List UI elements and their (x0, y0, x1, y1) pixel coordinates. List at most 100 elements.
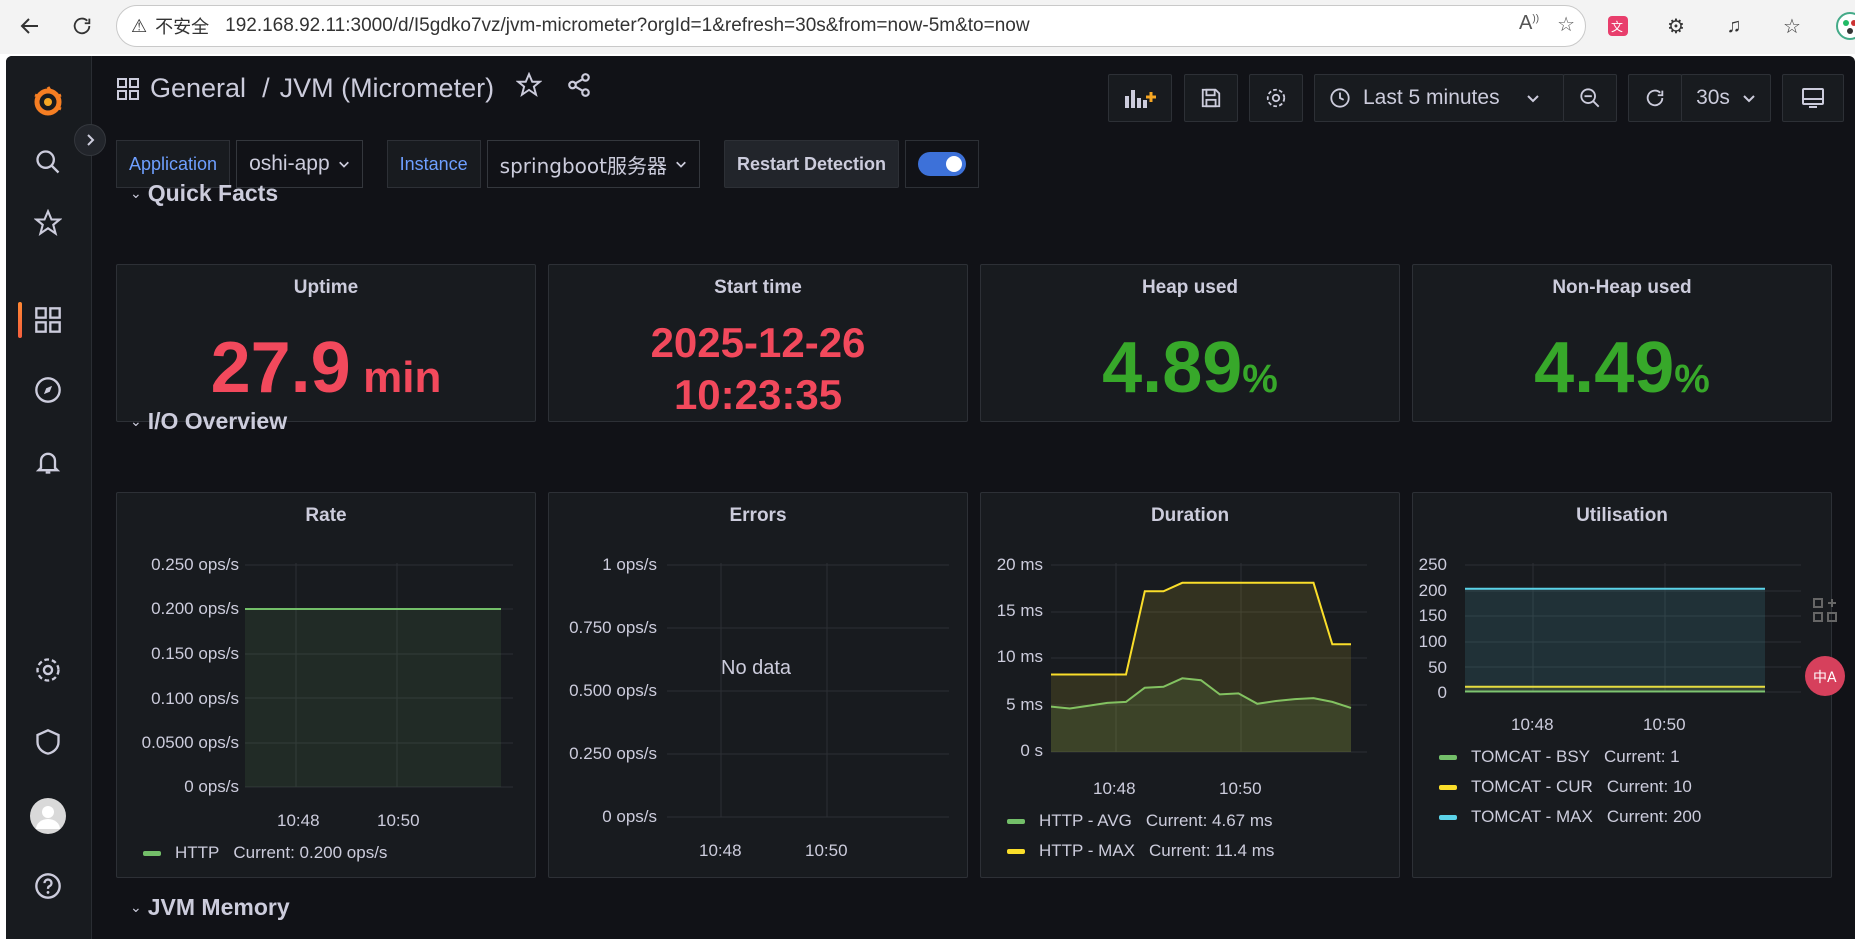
explore-icon[interactable] (30, 372, 66, 408)
toggle-switch[interactable] (918, 152, 966, 176)
server-admin-icon[interactable] (30, 724, 66, 760)
y-tick: 20 ms (996, 555, 1043, 574)
profile-avatar[interactable] (30, 798, 66, 834)
y-tick: 0.250 ops/s (569, 744, 657, 763)
grafana-logo[interactable] (30, 84, 66, 120)
legend-item[interactable]: HTTP - MAX Current: 11.4 ms (1007, 841, 1274, 861)
rate-panel[interactable]: Rate 0.250 ops/s 0.200 ops/s 0.150 ops/s… (116, 492, 536, 878)
chevron-down-icon (1743, 95, 1755, 103)
row-quick-facts[interactable]: ⌄ Quick Facts (130, 180, 278, 207)
panel-title: Uptime (293, 277, 359, 298)
y-tick: 0.100 ops/s (151, 689, 239, 708)
legend-item[interactable]: HTTP - AVG Current: 4.67 ms (1007, 811, 1273, 831)
start-time-panel[interactable]: Start time 2025-12-26 10:23:35 (548, 264, 968, 422)
url-text[interactable]: 192.168.92.11:3000/d/I5gdko7vz/jvm-micro… (225, 15, 1029, 37)
y-tick: 200 (1418, 581, 1447, 600)
expand-menu-button[interactable] (74, 124, 106, 156)
heap-unit: % (1242, 357, 1278, 401)
instance-value: springboot服务器 (499, 153, 667, 178)
back-icon[interactable] (12, 8, 48, 44)
tv-mode-button[interactable] (1782, 74, 1844, 122)
chevron-down-icon: ⌄ (130, 413, 142, 429)
read-aloud-icon[interactable]: A)) (1519, 12, 1539, 37)
y-tick: 100 (1418, 632, 1447, 651)
extensions-icon[interactable]: ⚙ (1658, 8, 1694, 44)
utilisation-panel[interactable]: Utilisation 250 200 150 100 50 0 10:48 1… (1412, 492, 1832, 878)
utilisation-plot (1465, 563, 1801, 693)
chevron-down-icon (1526, 95, 1539, 103)
reload-icon[interactable] (64, 8, 100, 44)
legend-item[interactable]: TOMCAT - CUR Current: 10 (1439, 777, 1692, 797)
alerting-icon[interactable] (30, 444, 66, 480)
dashboard-settings-button[interactable] (1249, 74, 1303, 122)
time-range-picker[interactable]: Last 5 minutes (1314, 74, 1564, 122)
refresh-icon (1646, 89, 1664, 107)
y-tick: 0.250 ops/s (151, 555, 239, 574)
y-tick: 15 ms (996, 601, 1043, 620)
dashboard-grid-icon (117, 77, 139, 100)
add-panel-button[interactable] (1108, 74, 1172, 122)
legend-swatch (1439, 814, 1457, 820)
starred-icon[interactable] (30, 205, 66, 241)
translate-icon[interactable]: 文 (1600, 8, 1636, 44)
legend-name: HTTP - AVG (1039, 811, 1132, 830)
row-io-overview[interactable]: ⌄ I/O Overview (130, 408, 287, 435)
panel-title: Heap used (1141, 277, 1239, 298)
refresh-interval-picker[interactable]: 30s (1681, 74, 1771, 122)
uptime-unit: min (363, 353, 442, 402)
restart-detection-toggle[interactable] (905, 140, 979, 188)
non-heap-used-panel[interactable]: Non-Heap used 4.49% (1412, 264, 1832, 422)
x-tick: 10:48 (1511, 715, 1554, 734)
grafana-app: General / JVM (Micrometer) Last 5 minute… (6, 56, 1855, 939)
legend-current: Current: 200 (1606, 807, 1702, 826)
row-title-label: I/O Overview (147, 408, 288, 434)
add-panel-icon (1125, 90, 1156, 108)
qr-code-icon[interactable] (1805, 590, 1845, 630)
panel-title: Duration (1150, 505, 1230, 526)
legend-name: HTTP - MAX (1039, 841, 1136, 860)
side-menu (6, 56, 92, 939)
errors-plot (667, 563, 949, 818)
restart-detection-label: Restart Detection (723, 140, 899, 188)
legend-current: Current: 1 (1604, 747, 1680, 766)
media-icon[interactable]: ♫ (1716, 8, 1752, 44)
folder-link[interactable]: General (150, 73, 246, 104)
y-tick: 0 ops/s (602, 807, 657, 826)
save-dashboard-button[interactable] (1184, 74, 1238, 122)
dashboard-title[interactable]: JVM (Micrometer) (280, 73, 495, 104)
breadcrumb-separator: / (262, 73, 270, 103)
favorite-star-icon[interactable] (515, 71, 543, 105)
rate-plot (245, 563, 513, 788)
help-icon[interactable] (30, 868, 66, 904)
non-heap-used-value: 4.49% (1413, 327, 1831, 409)
y-tick: 150 (1418, 606, 1447, 625)
dashboards-icon[interactable] (30, 302, 66, 338)
x-tick: 10:48 (1093, 779, 1136, 798)
y-tick: 0.200 ops/s (151, 599, 239, 618)
legend-item[interactable]: TOMCAT - BSY Current: 1 (1439, 747, 1680, 767)
translate-float-icon[interactable]: 中A (1805, 656, 1845, 696)
legend-swatch (143, 850, 161, 856)
search-icon[interactable] (30, 144, 66, 180)
address-bar[interactable]: ⚠ 不安全 192.168.92.11:3000/d/I5gdko7vz/jvm… (116, 5, 1586, 47)
y-tick: 0.150 ops/s (151, 644, 239, 663)
row-title-label: JVM Memory (147, 894, 290, 920)
errors-panel[interactable]: Errors 1 ops/s 0.750 ops/s 0.500 ops/s 0… (548, 492, 968, 878)
legend-item[interactable]: HTTP Current: 0.200 ops/s (143, 843, 387, 863)
row-jvm-memory[interactable]: ⌄ JVM Memory (130, 894, 290, 921)
share-icon[interactable] (566, 72, 592, 105)
grid (667, 563, 949, 818)
non-heap-unit: % (1674, 357, 1710, 401)
favorites-icon[interactable]: ☆ (1774, 8, 1810, 44)
legend-item[interactable]: TOMCAT - MAX Current: 200 (1439, 807, 1701, 827)
configuration-icon[interactable] (30, 652, 66, 688)
instance-variable-select[interactable]: springboot服务器 (486, 140, 700, 188)
favorite-star-icon[interactable]: ☆ (1557, 12, 1575, 37)
profile-icon[interactable] (1832, 8, 1855, 44)
uptime-panel[interactable]: Uptime 27.9 min (116, 264, 536, 422)
zoom-out-button[interactable] (1563, 74, 1617, 122)
x-tick: 10:50 (377, 811, 420, 830)
refresh-button[interactable] (1628, 74, 1682, 122)
duration-panel[interactable]: Duration 20 ms 15 ms 10 ms 5 ms 0 s 10:4… (980, 492, 1400, 878)
heap-used-panel[interactable]: Heap used 4.89% (980, 264, 1400, 422)
